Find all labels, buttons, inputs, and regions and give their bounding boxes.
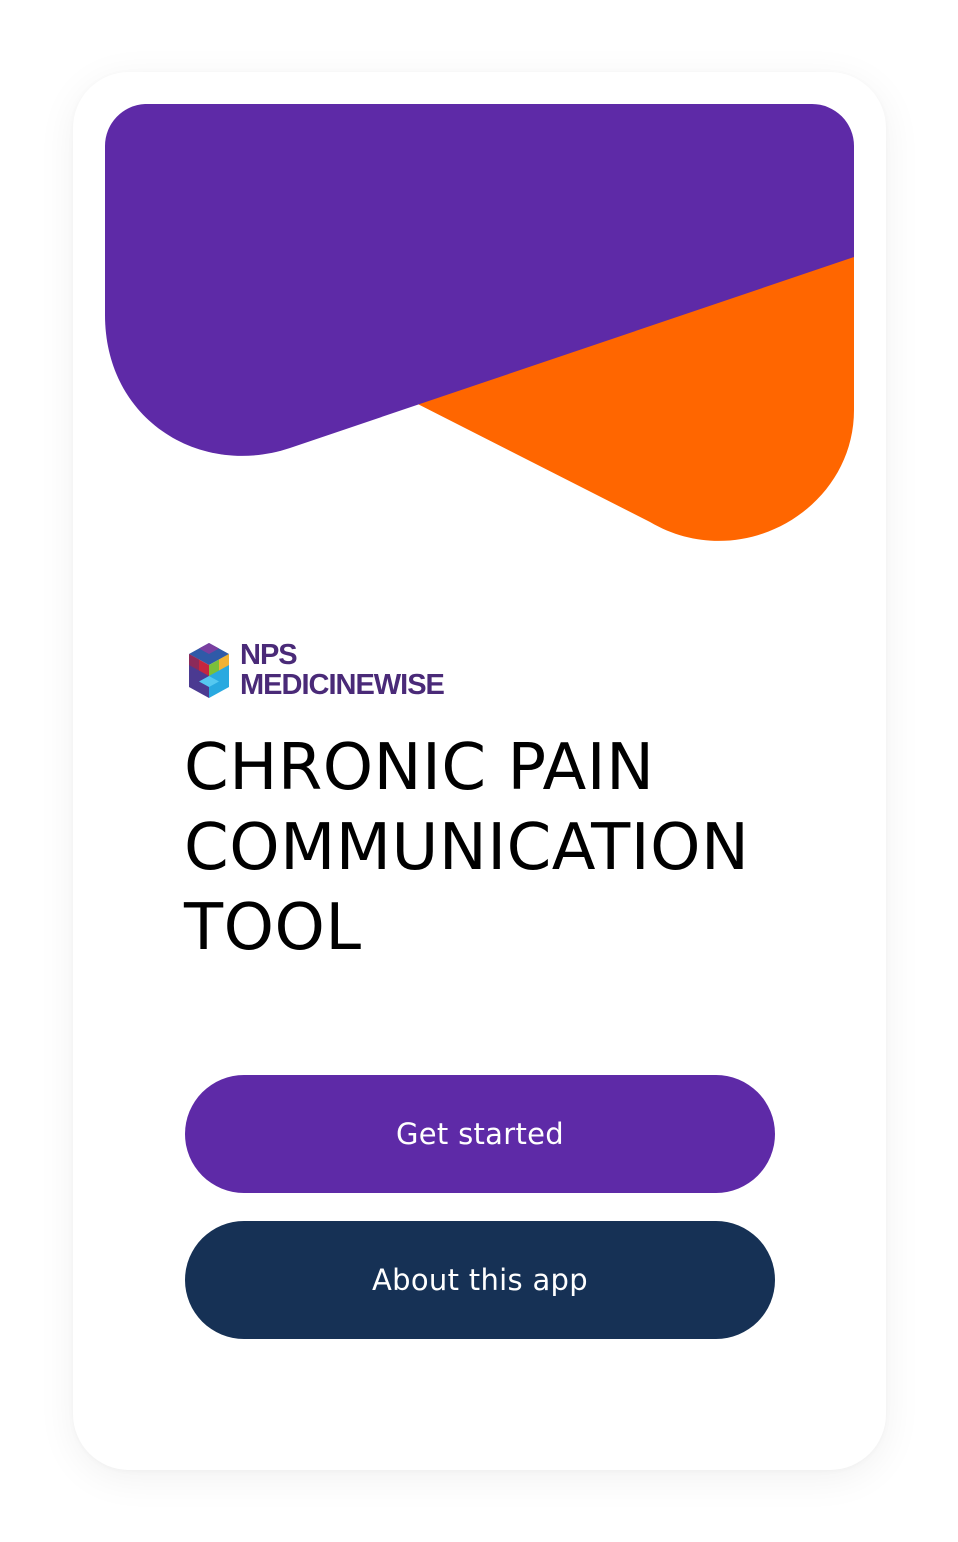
title-line-1: CHRONIC PAIN <box>184 731 655 805</box>
title-line-2: COMMUNICATION <box>184 811 750 885</box>
about-app-button[interactable]: About this app <box>185 1221 775 1339</box>
logo-text-nps: NPS <box>240 638 298 671</box>
hero-graphic <box>105 104 854 541</box>
nps-medicinewise-logo: NPS MEDICINEWISE <box>184 638 445 702</box>
logo-text-medicinewise: MEDICINEWISE <box>240 668 445 701</box>
logo-wordmark: NPS MEDICINEWISE <box>240 638 445 701</box>
hexagon-cube-logo-icon <box>189 643 229 698</box>
title-line-3: TOOL <box>184 891 362 965</box>
get-started-button[interactable]: Get started <box>185 1075 775 1193</box>
page-title: CHRONIC PAIN COMMUNICATION TOOL <box>184 728 824 968</box>
